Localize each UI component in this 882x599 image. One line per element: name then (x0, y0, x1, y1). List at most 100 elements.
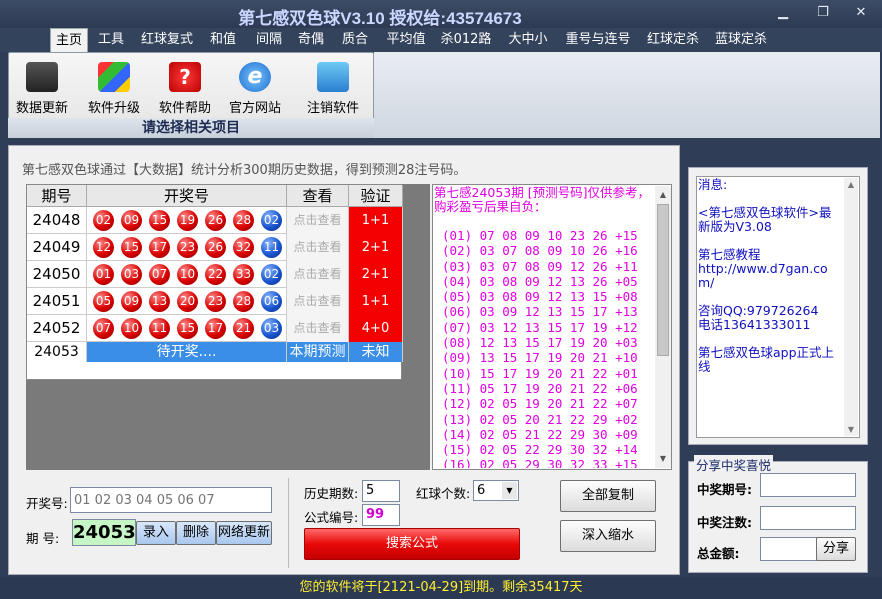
prediction-line: (16) 02 05 29 30 32 33 +15 (442, 457, 638, 468)
grid-header-2[interactable]: 查看 (287, 185, 349, 207)
draw-balls-cell: 01 03 07 10 22 33 02 (87, 261, 287, 288)
tab-0[interactable]: 主页 (50, 28, 88, 52)
scroll-up-icon[interactable]: ▲ (657, 190, 669, 200)
pending-row[interactable]: 24053 待开奖.... 本期预测 未知 (27, 342, 403, 362)
verify-cell: 1+1 (349, 207, 403, 234)
prediction-line: (11) 05 17 19 20 21 22 +06 (442, 380, 638, 396)
enter-button[interactable]: 录入 (136, 521, 176, 545)
verify-cell: 2+1 (349, 261, 403, 288)
prediction-line: (03) 03 07 08 09 12 26 +11 (442, 258, 638, 274)
chevron-down-icon[interactable]: ▼ (502, 482, 517, 499)
draw-number-label: 开奖号: (26, 496, 68, 511)
network-update-button[interactable]: 网络更新 (216, 521, 272, 545)
delete-button[interactable]: 删除 (176, 521, 216, 545)
history-count-input[interactable]: 5 (362, 480, 400, 502)
table-row[interactable]: 24049 12 15 17 23 26 32 11 点击查看 2+1 (27, 234, 403, 261)
view-cell[interactable]: 点击查看 (287, 234, 349, 261)
grid-header-3[interactable]: 验证 (349, 185, 403, 207)
issue-cell: 24050 (27, 261, 87, 288)
win-count-input[interactable] (760, 506, 856, 530)
red-ball: 12 (93, 237, 114, 258)
view-cell[interactable]: 点击查看 (287, 207, 349, 234)
ribbon-background (374, 52, 880, 138)
tab-8[interactable]: 杀012路 (436, 28, 496, 52)
scroll-down-icon[interactable]: ▼ (844, 425, 858, 434)
message-line: <第七感双色球软件>最新版为V3.08 (698, 205, 832, 234)
red-count-select[interactable]: 6 ▼ (473, 480, 519, 501)
share-button[interactable]: 分享 (816, 537, 856, 561)
tab-10[interactable]: 重号与连号 (560, 28, 636, 52)
tab-6[interactable]: 质合 (336, 28, 374, 52)
red-ball: 33 (233, 264, 254, 285)
minimize-icon[interactable]: ▁ (770, 4, 796, 22)
ribbon-button-0[interactable]: 数据更新 (12, 58, 72, 116)
red-ball: 09 (121, 291, 142, 312)
restore-icon[interactable]: ❐ (810, 4, 836, 22)
scroll-up-icon[interactable]: ▲ (844, 180, 858, 189)
monitor-icon (317, 62, 349, 92)
tab-3[interactable]: 和值 (204, 28, 242, 52)
issue-cell: 24049 (27, 234, 87, 261)
total-amount-input[interactable] (760, 537, 818, 561)
deep-shrink-button[interactable]: 深入缩水 (560, 520, 656, 552)
draw-number-input[interactable] (70, 487, 272, 513)
tab-12[interactable]: 蓝球定杀 (712, 28, 770, 52)
scroll-thumb[interactable] (657, 204, 669, 356)
message-line (698, 332, 840, 346)
red-ball: 07 (149, 264, 170, 285)
table-row[interactable]: 24052 07 10 11 15 17 21 03 点击查看 4+0 (27, 315, 403, 342)
ribbon-button-3[interactable]: e 官方网站 (224, 58, 286, 116)
pending-view: 本期预测 (287, 342, 349, 362)
red-ball: 09 (121, 210, 142, 231)
grid-header-0[interactable]: 期号 (27, 185, 87, 207)
red-ball: 28 (233, 291, 254, 312)
view-cell[interactable]: 点击查看 (287, 261, 349, 288)
copy-all-button[interactable]: 全部复制 (560, 480, 656, 512)
red-ball: 19 (177, 210, 198, 231)
message-scrollbar[interactable]: ▲ ▼ (844, 178, 858, 436)
ribbon-button-2[interactable]: ? 软件帮助 (154, 58, 216, 116)
red-ball: 03 (121, 264, 142, 285)
tab-1[interactable]: 工具 (92, 28, 130, 52)
tab-5[interactable]: 奇偶 (292, 28, 330, 52)
tab-2[interactable]: 红球复式 (136, 28, 198, 52)
issue-input[interactable]: 24053 (72, 519, 136, 546)
win-issue-input[interactable] (760, 473, 856, 497)
red-ball: 15 (121, 237, 142, 258)
red-ball: 15 (177, 318, 198, 339)
ribbon-button-label: 注销软件 (306, 101, 359, 116)
table-row[interactable]: 24048 02 09 15 19 26 28 02 点击查看 1+1 (27, 207, 403, 234)
table-row[interactable]: 24050 01 03 07 10 22 33 02 点击查看 2+1 (27, 261, 403, 288)
view-cell[interactable]: 点击查看 (287, 315, 349, 342)
tab-11[interactable]: 红球定杀 (642, 28, 704, 52)
message-line: 第七感教程 (698, 247, 761, 262)
formula-number-input[interactable]: 99 (362, 504, 400, 526)
issue-cell: 24051 (27, 288, 87, 315)
prediction-header: 第七感24053期 [预测号码]仅供参考，购彩盈亏后果自负： (434, 186, 650, 214)
issue-cell: 24048 (27, 207, 87, 234)
tab-7[interactable]: 平均值 (381, 28, 431, 52)
search-formula-button[interactable]: 搜索公式 (304, 528, 520, 560)
ribbon-group-label: 请选择相关项目 (8, 118, 374, 138)
prediction-line: (06) 03 09 12 13 15 17 +13 (442, 304, 638, 320)
view-cell[interactable]: 点击查看 (287, 288, 349, 315)
ribbon-button-4[interactable]: 注销软件 (300, 58, 366, 116)
prediction-line: (13) 02 05 20 21 22 29 +02 (442, 411, 638, 427)
table-row[interactable]: 24051 05 09 13 20 23 28 06 点击查看 1+1 (27, 288, 403, 315)
red-ball: 32 (233, 237, 254, 258)
red-ball: 21 (233, 318, 254, 339)
draw-history-grid: 期号 开奖号 查看 验证 24048 02 09 15 19 26 28 02 点击查看 1+1 24049… (26, 184, 403, 380)
main-legend: 第七感双色球通过【大数据】统计分析300期历史数据，得到预测28注号码。 (22, 159, 471, 178)
prediction-line: (05) 03 08 09 12 13 15 +08 (442, 289, 638, 305)
prediction-scrollbar[interactable]: ▲ ▼ (655, 186, 671, 468)
tab-9[interactable]: 大中小 (502, 28, 554, 52)
draw-balls-cell: 07 10 11 15 17 21 03 (87, 315, 287, 342)
close-icon[interactable]: ✕ (848, 4, 874, 22)
prediction-line: (07) 03 12 13 15 17 19 +12 (442, 319, 638, 335)
tab-4[interactable]: 间隔 (250, 28, 288, 52)
scroll-down-icon[interactable]: ▼ (657, 454, 669, 464)
ribbon-button-1[interactable]: 软件升级 (82, 58, 146, 116)
grid-header-1[interactable]: 开奖号 (87, 185, 287, 207)
red-ball: 11 (149, 318, 170, 339)
draw-balls-cell: 05 09 13 20 23 28 06 (87, 288, 287, 315)
